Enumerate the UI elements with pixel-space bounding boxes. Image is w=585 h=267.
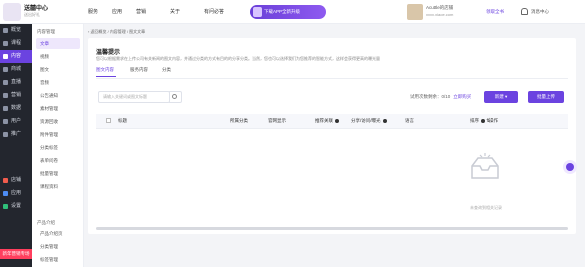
batch-upload-button[interactable]: 批量上传: [528, 91, 564, 103]
overview-icon: [3, 28, 8, 33]
empty-box-icon: [471, 153, 499, 179]
tab-divider: [96, 78, 568, 79]
buy-now-link[interactable]: 立即购买: [453, 94, 471, 99]
promo-badge[interactable]: 新年营销专场: [0, 249, 32, 259]
sidebar-item-shop[interactable]: 店铺: [0, 174, 32, 187]
settings-icon: [3, 204, 8, 209]
users-icon: [3, 119, 8, 124]
mall-icon: [3, 67, 8, 72]
live-icon: [3, 80, 8, 85]
tab-article-content[interactable]: 图文内容: [96, 67, 114, 73]
col-website-display: 官网显示: [268, 118, 286, 123]
breadcrumb-item: 图文文章: [129, 29, 146, 34]
download-app-button[interactable]: 下载APP全新升级: [250, 5, 326, 19]
search-button[interactable]: [169, 91, 182, 103]
sidebar-item-content[interactable]: 内容: [0, 50, 32, 63]
sub-item[interactable]: 素材管理: [36, 103, 80, 114]
data-icon: [3, 106, 8, 111]
sub-item[interactable]: 分类标签: [36, 142, 80, 153]
horizontal-scrollbar[interactable]: [96, 227, 568, 230]
shop-avatar[interactable]: [407, 4, 423, 20]
shop-name[interactable]: Acuttle的店铺: [426, 5, 453, 11]
sub-group-title: 内容管理: [37, 29, 55, 34]
select-all-checkbox[interactable]: [106, 118, 111, 123]
sub-item[interactable]: 批量管理: [36, 168, 80, 179]
search-input[interactable]: 请输入关键词或图文标题: [98, 91, 170, 103]
sidebar-item-mall[interactable]: 商城: [0, 63, 32, 76]
col-language: 语言: [405, 118, 414, 123]
sub-item[interactable]: 标签管理: [36, 254, 80, 265]
breadcrumb: ‹ 返回概览 / 内容管理 / 图文文章: [88, 29, 146, 34]
sidebar-item-data[interactable]: 数据: [0, 102, 32, 115]
sidebar-item-live[interactable]: 直播: [0, 76, 32, 89]
chat-icon: [566, 163, 574, 171]
main-sidebar: 概览 课程 内容 商城 直播 营销 数据 用户 推广 店铺 应用 设置 新年营销…: [0, 24, 32, 267]
sub-item[interactable]: 视频: [36, 51, 80, 62]
promotion-icon: [3, 132, 8, 137]
sub-item[interactable]: 资源回收: [36, 116, 80, 127]
new-button[interactable]: 新建 ▾: [484, 91, 518, 103]
nav-about[interactable]: 关于: [170, 8, 180, 15]
search-icon: [172, 94, 177, 99]
table-header: 标题 所属分类 官网显示 推荐关联 分享/访问/曝光 语言 排序 ⇅ 操作: [96, 114, 568, 129]
nav-service[interactable]: 服务: [88, 8, 98, 15]
tab-underline: [96, 76, 116, 77]
brand-logo: [3, 3, 21, 21]
brand-subtitle: 送出好礼: [24, 12, 40, 17]
content-card: 温馨提示 您可以根据需求在上传公司有关新闻的图文内容，并通过分类的方式有目的的分…: [88, 38, 576, 234]
nav-marketing[interactable]: 营销: [136, 8, 146, 15]
sub-item[interactable]: 音频: [36, 77, 80, 88]
support-button[interactable]: [563, 160, 577, 174]
col-title: 标题: [118, 118, 127, 123]
trial-limit: 试用次数剩余：0/10 立即购买: [410, 94, 472, 99]
bell-icon[interactable]: [521, 8, 528, 15]
breadcrumb-item[interactable]: 内容管理: [110, 29, 126, 34]
nav-apps[interactable]: 应用: [112, 8, 122, 15]
message-center-link[interactable]: 消息中心: [531, 9, 549, 15]
col-sort: 排序 ⇅: [470, 118, 491, 123]
help-icon[interactable]: [382, 118, 387, 123]
tab-service-content[interactable]: 服务内容: [130, 67, 148, 73]
sub-item[interactable]: 课程资料: [36, 181, 80, 192]
sub-sidebar: 内容管理 文章 视频 图文 音频 公告通知 素材管理 资源回收 附件管理 分类标…: [32, 24, 84, 267]
breadcrumb-item[interactable]: 返回概览: [90, 29, 106, 34]
sidebar-item-promotion[interactable]: 推广: [0, 128, 32, 141]
col-category: 所属分类: [230, 118, 248, 123]
course-icon: [3, 41, 8, 46]
sidebar-item-overview[interactable]: 概览: [0, 24, 32, 37]
page-title: 温馨提示: [96, 50, 121, 56]
sidebar-item-course[interactable]: 课程: [0, 37, 32, 50]
empty-state-text: 未查询到相关记录: [470, 205, 502, 210]
nav-faq[interactable]: 有问必答: [204, 8, 224, 15]
phone-icon: [253, 7, 262, 17]
content-icon: [3, 54, 8, 59]
sidebar-item-users[interactable]: 用户: [0, 115, 32, 128]
brand-title: 送囍中心: [24, 6, 49, 12]
sub-item[interactable]: 公告通知: [36, 90, 80, 101]
sub-item[interactable]: 分类管理: [36, 241, 80, 252]
sub-item[interactable]: 表单问卷: [36, 155, 80, 166]
page-description: 您可以根据需求在上传公司有关新闻的图文内容，并通过分类的方式有目的的分享分类。当…: [96, 56, 380, 61]
sidebar-item-marketing[interactable]: 营销: [0, 89, 32, 102]
shop-url: xxxx.xiaoe.com: [426, 12, 454, 17]
sidebar-item-apps[interactable]: 应用: [0, 187, 32, 200]
shop-icon: [3, 178, 8, 183]
col-recommend: 推荐关联: [315, 118, 339, 124]
marketing-icon: [3, 93, 8, 98]
apps-icon: [3, 191, 8, 196]
sub-item[interactable]: 附件管理: [36, 129, 80, 140]
help-icon[interactable]: [481, 118, 485, 123]
col-stats: 分享/访问/曝光: [351, 118, 387, 124]
header-link-1[interactable]: 领取全书: [486, 9, 504, 15]
sub-item[interactable]: 产品介绍页: [36, 228, 80, 239]
help-icon[interactable]: [335, 118, 339, 123]
col-actions: 操作: [489, 118, 498, 123]
top-bar: 送囍中心 送出好礼 服务 应用 营销 关于 有问必答 下载APP全新升级 Acu…: [0, 0, 585, 24]
sub-group-title-2: 产品介绍: [37, 220, 55, 225]
tab-category[interactable]: 分类: [162, 67, 171, 73]
sidebar-item-settings[interactable]: 设置: [0, 200, 32, 213]
sub-item[interactable]: 图文: [36, 64, 80, 75]
sub-item-article[interactable]: 文章: [36, 38, 80, 49]
